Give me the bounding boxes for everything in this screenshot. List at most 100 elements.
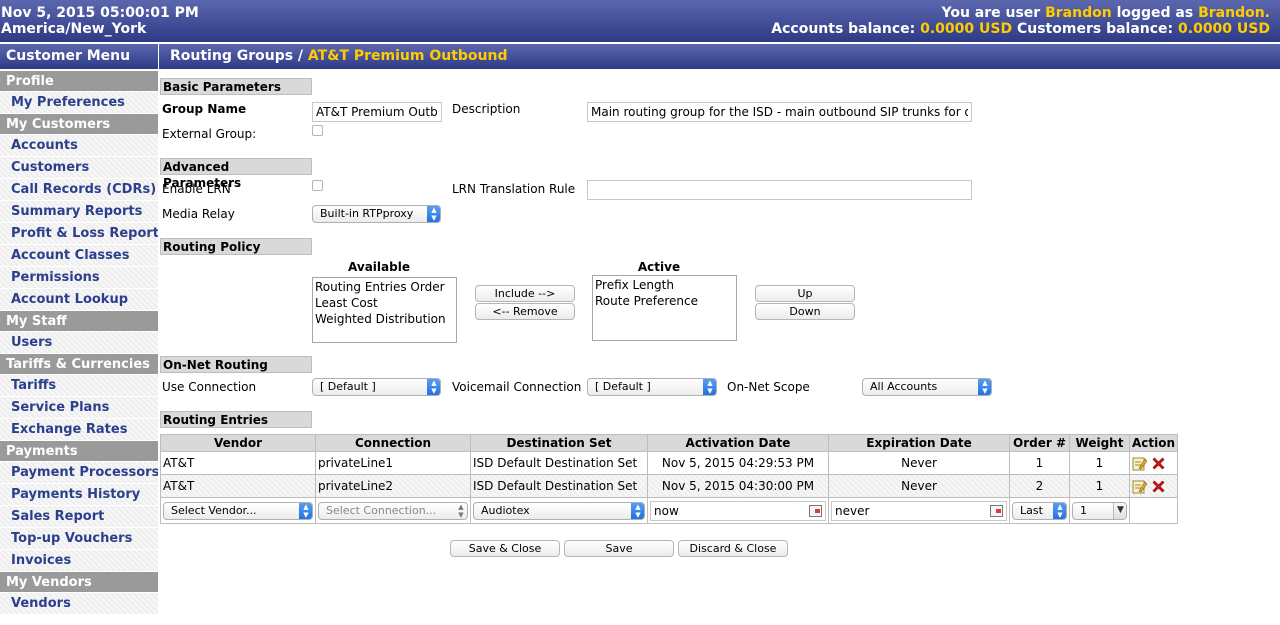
menu-item-account-classes[interactable]: Account Classes — [0, 245, 158, 267]
cell-expiration: Never — [828, 474, 1010, 498]
menu-section-my-vendors: My Vendors — [0, 572, 158, 593]
move-up-button[interactable]: Up — [755, 285, 855, 302]
voicemail-connection-value: [ Default ] — [595, 380, 651, 393]
page-title-prefix: Routing Groups / — [170, 48, 304, 64]
available-option[interactable]: Least Cost — [315, 295, 454, 311]
on-net-scope-select[interactable]: All Accounts ▲ ▼ — [862, 378, 992, 396]
new-expiration-input[interactable]: never — [831, 500, 1007, 521]
delete-icon[interactable] — [1151, 479, 1166, 494]
edit-icon[interactable] — [1132, 479, 1147, 494]
menu-item-summary-reports[interactable]: Summary Reports — [0, 201, 158, 223]
menu-item-users[interactable]: Users — [0, 332, 158, 354]
available-option[interactable]: Routing Entries Order — [315, 279, 454, 295]
new-vendor-select[interactable]: Select Vendor... ▲ ▼ — [163, 501, 313, 520]
save-button[interactable]: Save — [564, 540, 674, 557]
menu-title: Customer Menu — [0, 44, 158, 69]
chevron-updown-icon: ▲ ▼ — [299, 502, 312, 519]
menu-item-payment-processors[interactable]: Payment Processors — [0, 462, 158, 484]
remove-button[interactable]: <-- Remove — [475, 303, 575, 320]
menu-item-exchange-rates[interactable]: Exchange Rates — [0, 419, 158, 441]
active-label: Active — [637, 260, 681, 274]
menu-item-invoices[interactable]: Invoices — [0, 550, 158, 572]
menu-item-payments-history[interactable]: Payments History — [0, 484, 158, 506]
chevron-updown-icon: ▲ ▼ — [427, 206, 440, 222]
active-option[interactable]: Prefix Length — [595, 277, 734, 293]
new-destination-select[interactable]: Audiotex ▲ ▼ — [473, 501, 645, 520]
menu-item-service-plans[interactable]: Service Plans — [0, 397, 158, 419]
media-relay-select[interactable]: Built-in RTPproxy ▲ ▼ — [312, 205, 441, 223]
customer-menu: Customer Menu Profile My Preferences My … — [0, 44, 158, 625]
edit-icon[interactable] — [1132, 456, 1147, 471]
use-connection-select[interactable]: [ Default ] ▲ ▼ — [312, 378, 441, 396]
group-name-label: Group Name — [162, 102, 247, 116]
timezone: America/New_York — [1, 21, 147, 37]
lrn-rule-input[interactable] — [587, 180, 972, 200]
menu-item-my-preferences[interactable]: My Preferences — [0, 92, 158, 114]
available-label: Available — [348, 260, 410, 274]
calendar-icon[interactable] — [990, 504, 1003, 517]
menu-item-sales-report[interactable]: Sales Report — [0, 506, 158, 528]
col-order: Order # — [1009, 434, 1070, 452]
new-connection-select[interactable]: Select Connection... ▲ ▼ — [318, 501, 468, 520]
col-activation-date: Activation Date — [647, 434, 829, 452]
description-input[interactable] — [587, 102, 972, 122]
new-action-cell — [1128, 497, 1179, 524]
col-vendor: Vendor — [160, 434, 316, 452]
menu-item-accounts[interactable]: Accounts — [0, 135, 158, 157]
cell-action — [1128, 474, 1179, 498]
menu-item-tariffs[interactable]: Tariffs — [0, 375, 158, 397]
cell-destination: ISD Default Destination Set — [470, 474, 648, 498]
page-title-group: AT&T Premium Outbound — [307, 48, 508, 64]
active-option[interactable]: Route Preference — [595, 293, 734, 309]
external-group-label: External Group: — [162, 127, 257, 141]
cell-vendor: AT&T — [160, 451, 316, 475]
new-order-cell: Last ▲ ▼ — [1009, 497, 1070, 524]
user-prefix: You are user — [941, 5, 1041, 21]
routing-entries-table: Vendor Connection Destination Set Activa… — [160, 434, 1179, 524]
external-group-checkbox[interactable] — [312, 125, 323, 136]
menu-item-call-records[interactable]: Call Records (CDRs) — [0, 179, 158, 201]
discard-close-button[interactable]: Discard & Close — [678, 540, 788, 557]
enable-lrn-checkbox[interactable] — [312, 180, 323, 191]
menu-item-account-lookup[interactable]: Account Lookup — [0, 289, 158, 311]
accounts-balance: 0.0000 USD — [920, 21, 1013, 37]
new-expiration-cell: never — [828, 497, 1010, 524]
calendar-icon[interactable] — [809, 504, 822, 517]
menu-section-profile: Profile — [0, 71, 158, 92]
routing-policy-header: Routing Policy — [160, 238, 312, 255]
page-title: Routing Groups / AT&T Premium Outbound — [159, 44, 1280, 69]
new-order-select[interactable]: Last ▲ ▼ — [1012, 501, 1067, 520]
menu-section-tariffs-currencies: Tariffs & Currencies — [0, 354, 158, 375]
new-destination-value: Audiotex — [481, 503, 530, 517]
include-button[interactable]: Include --> — [475, 285, 575, 302]
delete-icon[interactable] — [1151, 456, 1166, 471]
menu-item-top-up-vouchers[interactable]: Top-up Vouchers — [0, 528, 158, 550]
new-weight-select[interactable]: 1 ▼ — [1072, 501, 1127, 520]
cell-connection: privateLine2 — [315, 474, 471, 498]
available-policies-list[interactable]: Routing Entries Order Least Cost Weighte… — [312, 277, 457, 343]
menu-section-my-staff: My Staff — [0, 311, 158, 332]
move-down-button[interactable]: Down — [755, 303, 855, 320]
menu-item-vendors[interactable]: Vendors — [0, 593, 158, 615]
new-connection-value: Select Connection... — [326, 503, 437, 517]
menu-item-permissions[interactable]: Permissions — [0, 267, 158, 289]
group-name-input[interactable] — [312, 102, 442, 122]
top-header: Nov 5, 2015 05:00:01 PM America/New_York… — [0, 0, 1280, 42]
table-row: AT&T privateLine2 ISD Default Destinatio… — [160, 474, 1179, 498]
cell-order: 2 — [1009, 474, 1070, 498]
available-option[interactable]: Weighted Distribution — [315, 311, 454, 327]
new-activation-cell: now — [647, 497, 829, 524]
basic-parameters-header: Basic Parameters — [160, 78, 312, 95]
balance-line: Accounts balance: 0.0000 USD Customers b… — [771, 21, 1270, 37]
user-name: Brandon — [1045, 5, 1112, 21]
active-policies-list[interactable]: Prefix Length Route Preference — [592, 275, 737, 341]
chevron-updown-icon: ▲ ▼ — [458, 502, 464, 519]
save-close-button[interactable]: Save & Close — [450, 540, 560, 557]
menu-section-payments: Payments — [0, 441, 158, 462]
cell-connection: privateLine1 — [315, 451, 471, 475]
voicemail-connection-select[interactable]: [ Default ] ▲ ▼ — [587, 378, 717, 396]
new-activation-input[interactable]: now — [650, 500, 826, 521]
menu-item-customers[interactable]: Customers — [0, 157, 158, 179]
menu-item-profit-loss-report[interactable]: Profit & Loss Report — [0, 223, 158, 245]
new-vendor-cell: Select Vendor... ▲ ▼ — [160, 497, 316, 524]
